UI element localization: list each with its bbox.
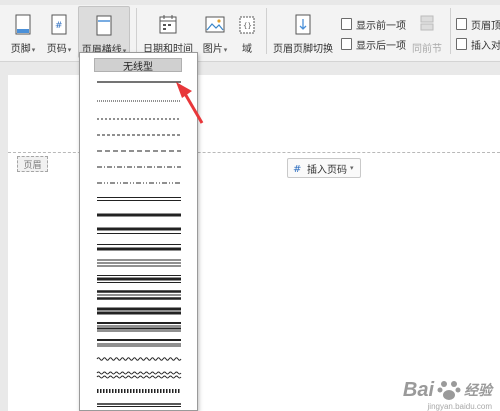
pagenum-label: 页码 [46, 44, 67, 55]
red-arrow-annotation [176, 82, 204, 124]
footer-button[interactable]: 页脚▾ [6, 6, 40, 58]
line-style-option-double-wavy[interactable] [96, 371, 182, 379]
baidu-watermark: Bai 经验 jingyan.baidu.com [402, 377, 492, 411]
insert-page-number-label: 插入页码 [307, 164, 347, 176]
field-icon: {} [237, 14, 257, 36]
insert-align-button[interactable]: 插入对 [456, 37, 500, 52]
line-style-option-thin-double[interactable] [97, 339, 181, 347]
insert-align-label: 插入对 [471, 40, 500, 52]
separator [136, 8, 137, 54]
paw-logo-icon [437, 381, 461, 400]
header-tag: 页眉 [17, 156, 48, 172]
next-icon [341, 38, 352, 50]
previous-icon [341, 18, 352, 30]
watermark-brand-suffix: 经验 [464, 382, 492, 398]
header-line-icon [94, 15, 114, 37]
datetime-button[interactable]: 日期和时间 [141, 6, 195, 58]
same-as-previous-label: 同前节 [412, 44, 442, 55]
insert-align-icon [456, 38, 467, 50]
line-style-option-double-thick[interactable] [97, 307, 181, 315]
header-top-button[interactable]: 页眉顶 [456, 17, 500, 32]
page-number-icon: # [49, 14, 69, 36]
watermark-url: jingyan.baidu.com [427, 402, 492, 411]
switch-icon [293, 14, 313, 36]
line-style-option-thin-thick-thin[interactable] [97, 290, 181, 300]
watermark-brand: Bai [402, 378, 434, 401]
picture-label: 图片 [202, 44, 223, 55]
picture-icon [205, 14, 225, 36]
chevron-down-icon: ▾ [350, 164, 354, 172]
same-as-previous-button[interactable]: 同前节 [410, 6, 444, 58]
insert-page-number-button[interactable]: # 插入页码 ▾ [287, 158, 361, 178]
footer-icon [13, 14, 33, 36]
line-style-option-multi-band[interactable] [97, 322, 181, 332]
chevron-down-icon: ▾ [31, 46, 36, 54]
same-as-previous-icon [417, 14, 437, 36]
switch-label: 页眉页脚切换 [273, 44, 333, 55]
calendar-icon [158, 14, 178, 36]
separator [266, 8, 267, 54]
line-style-option-thick-thin-thick[interactable] [97, 275, 181, 283]
svg-text:{}: {} [243, 22, 252, 30]
show-previous-label: 显示前一项 [356, 20, 406, 32]
page-number-icon: # [293, 164, 301, 174]
svg-text:#: # [55, 21, 63, 31]
pagenum-button[interactable]: # 页码▾ [42, 6, 76, 58]
svg-text:#: # [293, 164, 301, 174]
header-top-icon [456, 18, 467, 30]
ribbon-top-strip [0, 0, 500, 5]
chevron-down-icon: ▾ [223, 46, 228, 54]
line-style-option-triple[interactable] [97, 259, 181, 267]
separator [450, 8, 451, 54]
line-style-option-thick-thin[interactable] [97, 227, 181, 234]
footer-label: 页脚 [10, 44, 31, 55]
header-top-label: 页眉顶 [471, 20, 500, 32]
show-next-button[interactable]: 显示后一项 [341, 37, 406, 52]
line-style-option-thin-thick[interactable] [97, 244, 181, 251]
show-next-label: 显示后一项 [356, 40, 406, 52]
chevron-down-icon: ▾ [67, 46, 72, 54]
line-style-option-wavy[interactable] [96, 357, 182, 361]
picture-button[interactable]: 图片▾ [199, 6, 231, 58]
field-label: 域 [242, 44, 252, 55]
header-footer-switch-button[interactable]: 页眉页脚切换 [272, 6, 334, 58]
line-style-option-emboss[interactable] [97, 403, 181, 407]
header-line-button[interactable]: 页眉横线▾ [78, 6, 130, 58]
show-previous-button[interactable]: 显示前一项 [341, 17, 406, 32]
field-button[interactable]: {} 域 [234, 6, 260, 58]
line-style-option-double-thin[interactable] [97, 197, 181, 201]
